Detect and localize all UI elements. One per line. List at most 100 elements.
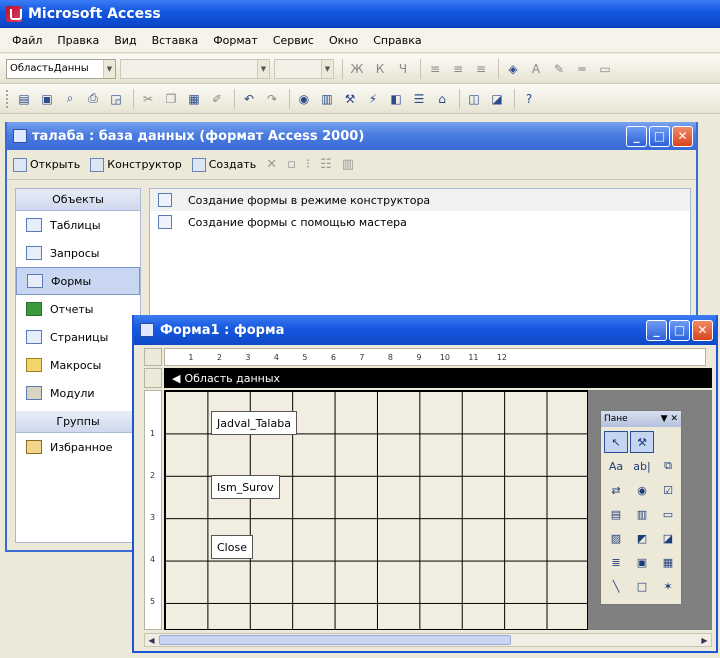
subform-icon[interactable]: ▦ <box>656 551 680 573</box>
object-modules[interactable]: Модули <box>16 379 140 407</box>
database-window-title-bar[interactable]: талаба : база данных (формат Access 2000… <box>7 122 696 150</box>
option-group-icon[interactable]: ⧉ <box>656 455 680 477</box>
control-wizards-icon[interactable]: ⚒ <box>630 431 654 453</box>
command-button-jadval[interactable]: Jadval_Talaba <box>211 411 297 435</box>
field-list-icon[interactable]: ▥ <box>317 89 337 109</box>
option-button-icon[interactable]: ◉ <box>630 479 654 501</box>
scroll-thumb[interactable] <box>159 635 511 645</box>
groups-header[interactable]: Группы <box>16 411 140 433</box>
form-selector[interactable] <box>144 348 162 366</box>
label-tool-icon[interactable]: Aa <box>604 455 628 477</box>
database-window-icon[interactable]: ◫ <box>464 89 484 109</box>
format-painter-icon[interactable]: ✐ <box>207 89 227 109</box>
unbound-object-icon[interactable]: ◩ <box>630 527 654 549</box>
line-tool-icon[interactable]: ╲ <box>604 575 628 597</box>
rectangle-tool-icon[interactable]: □ <box>630 575 654 597</box>
undo-icon[interactable]: ↶ <box>239 89 259 109</box>
minimize-button[interactable]: _ <box>626 125 647 147</box>
toolbox-title-bar[interactable]: Пане ▼ ✕ <box>601 411 681 427</box>
section-selector[interactable] <box>144 368 162 388</box>
toolbox-menu-icon[interactable]: ▼ ✕ <box>661 414 678 424</box>
cut-icon[interactable]: ✂ <box>138 89 158 109</box>
horizontal-ruler[interactable]: 1 2 3 4 5 6 7 8 9 10 11 12 <box>164 348 706 366</box>
menu-format[interactable]: Формат <box>213 34 258 47</box>
bound-object-icon[interactable]: ◪ <box>656 527 680 549</box>
object-forms[interactable]: Формы <box>16 267 140 295</box>
print-preview-icon[interactable]: ◲ <box>106 89 126 109</box>
line-width-icon[interactable]: ═ <box>572 59 592 79</box>
menu-insert[interactable]: Вставка <box>152 34 199 47</box>
small-icons-icon[interactable]: ⁝ <box>306 157 310 172</box>
fill-color-icon[interactable]: ◈ <box>503 59 523 79</box>
menu-window[interactable]: Окно <box>329 34 358 47</box>
insert-hyperlink-icon[interactable]: ◉ <box>294 89 314 109</box>
command-button-close[interactable]: Close <box>211 535 253 559</box>
bold-icon[interactable]: Ж <box>347 59 367 79</box>
object-combo[interactable]: ОбластьДанны ▼ <box>6 58 116 79</box>
toolbar-gripper[interactable] <box>6 89 9 108</box>
object-pages[interactable]: Страницы <box>16 323 140 351</box>
autoformat-icon[interactable]: ⚡ <box>363 89 383 109</box>
checkbox-tool-icon[interactable]: ☑ <box>656 479 680 501</box>
scroll-right-icon[interactable]: ▶ <box>698 634 711 646</box>
combo-box-icon[interactable]: ▤ <box>604 503 628 525</box>
code-icon[interactable]: ◧ <box>386 89 406 109</box>
special-effect-icon[interactable]: ▭ <box>595 59 615 79</box>
form-window-title-bar[interactable]: Форма1 : форма _ □ ✕ <box>134 315 716 345</box>
line-color-icon[interactable]: ✎ <box>549 59 569 79</box>
help-icon[interactable]: ? <box>519 89 539 109</box>
list-box-icon[interactable]: ▥ <box>630 503 654 525</box>
build-icon[interactable]: ⌂ <box>432 89 452 109</box>
font-color-icon[interactable]: A <box>526 59 546 79</box>
list-item[interactable]: Создание формы в режиме конструктора <box>150 189 690 211</box>
details-view-icon[interactable]: ▥ <box>342 157 354 172</box>
align-left-icon[interactable]: ≡ <box>425 59 445 79</box>
menu-help[interactable]: Справка <box>373 34 421 47</box>
page-break-icon[interactable]: ≣ <box>604 551 628 573</box>
italic-icon[interactable]: К <box>370 59 390 79</box>
list-item[interactable]: Создание формы с помощью мастера <box>150 211 690 233</box>
close-button[interactable]: ✕ <box>672 125 693 147</box>
horizontal-scrollbar[interactable]: ◀ ▶ <box>144 633 712 647</box>
menu-edit[interactable]: Правка <box>57 34 99 47</box>
underline-icon[interactable]: Ч <box>393 59 413 79</box>
align-center-icon[interactable]: ≡ <box>448 59 468 79</box>
vertical-ruler[interactable]: 1 2 3 4 5 <box>144 390 162 630</box>
large-icons-icon[interactable]: ▫ <box>287 157 296 172</box>
save-icon[interactable]: ▣ <box>37 89 57 109</box>
chevron-down-icon[interactable]: ▼ <box>321 59 333 78</box>
scroll-left-icon[interactable]: ◀ <box>145 634 158 646</box>
maximize-button[interactable]: □ <box>649 125 670 147</box>
menu-file[interactable]: Файл <box>12 34 42 47</box>
detail-section-bar[interactable]: ◀ Область данных <box>164 368 712 388</box>
new-object-icon[interactable]: ◪ <box>487 89 507 109</box>
open-button[interactable]: Открыть <box>13 157 80 172</box>
textbox-tool-icon[interactable]: ab| <box>630 455 654 477</box>
list-view-icon[interactable]: ☷ <box>320 157 332 172</box>
group-favorites[interactable]: Избранное <box>16 433 140 461</box>
object-macros[interactable]: Макросы <box>16 351 140 379</box>
copy-icon[interactable]: ❐ <box>161 89 181 109</box>
delete-icon[interactable]: ✕ <box>266 157 277 172</box>
select-objects-icon[interactable]: ↖ <box>604 431 628 453</box>
image-tool-icon[interactable]: ▨ <box>604 527 628 549</box>
chevron-down-icon[interactable]: ▼ <box>257 59 269 78</box>
menu-view[interactable]: Вид <box>114 34 136 47</box>
object-reports[interactable]: Отчеты <box>16 295 140 323</box>
form-design-grid[interactable]: Jadval_Talaba Ism_Surov Close <box>164 390 588 630</box>
toggle-button-icon[interactable]: ⇄ <box>604 479 628 501</box>
object-tables[interactable]: Таблицы <box>16 211 140 239</box>
redo-icon[interactable]: ↷ <box>262 89 282 109</box>
properties-icon[interactable]: ☰ <box>409 89 429 109</box>
maximize-button[interactable]: □ <box>669 319 690 341</box>
chevron-down-icon[interactable]: ▼ <box>103 59 115 78</box>
search-icon[interactable]: ⌕ <box>60 89 80 109</box>
menu-tools[interactable]: Сервис <box>273 34 314 47</box>
more-controls-icon[interactable]: ✶ <box>656 575 680 597</box>
objects-header[interactable]: Объекты <box>16 189 140 211</box>
font-size-combo[interactable]: ▼ <box>274 58 334 79</box>
toolbox-icon[interactable]: ⚒ <box>340 89 360 109</box>
command-button-ism[interactable]: Ism_Surov <box>211 475 280 499</box>
font-name-combo[interactable]: ▼ <box>120 58 270 79</box>
command-button-icon[interactable]: ▭ <box>656 503 680 525</box>
